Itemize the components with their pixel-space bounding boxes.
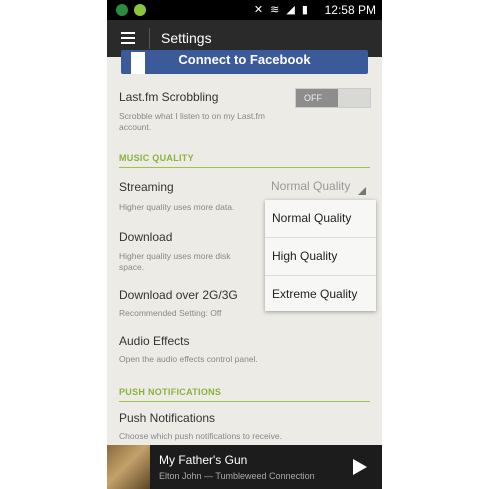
status-bar: ✕ ≋ ◢ ▮ 12:58 PM (107, 0, 382, 20)
phone-screen: ✕ ≋ ◢ ▮ 12:58 PM Settings Connect to Fac… (107, 0, 382, 489)
download-subtitle: Higher quality uses more disk space. (119, 251, 231, 272)
track-artist: Elton John — Tumbleweed Connection (159, 471, 315, 481)
dropdown-arrow-icon (358, 187, 366, 195)
scrobbling-toggle[interactable]: OFF (295, 88, 371, 108)
section-music-quality: MUSIC QUALITY (119, 153, 370, 168)
audio-effects-title[interactable]: Audio Effects (119, 334, 190, 348)
dropdown-option-high[interactable]: High Quality (265, 238, 376, 276)
download-2g3g-title[interactable]: Download over 2G/3G (119, 288, 238, 302)
connect-facebook-button[interactable]: Connect to Facebook (121, 50, 368, 74)
toggle-off-label: OFF (296, 89, 338, 107)
audio-effects-subtitle: Open the audio effects control panel. (119, 354, 258, 364)
streaming-title[interactable]: Streaming (119, 180, 174, 194)
quality-dropdown-menu: Normal Quality High Quality Extreme Qual… (265, 200, 376, 311)
play-icon[interactable] (353, 459, 367, 475)
dropdown-option-extreme[interactable]: Extreme Quality (265, 276, 376, 313)
menu-icon[interactable] (121, 32, 135, 44)
streaming-select[interactable]: Normal Quality (271, 179, 350, 193)
scrobbling-title[interactable]: Last.fm Scrobbling (119, 90, 218, 104)
push-notifications-subtitle: Choose which push notifications to recei… (119, 431, 283, 441)
notification-app-icon (116, 4, 128, 16)
now-playing-bar[interactable]: My Father's Gun Elton John — Tumbleweed … (107, 445, 382, 489)
section-push-notifications: PUSH NOTIFICATIONS (119, 387, 370, 402)
status-icons: ✕ ≋ ◢ ▮ (253, 4, 310, 16)
track-title: My Father's Gun (159, 453, 248, 467)
status-time: 12:58 PM (324, 3, 376, 17)
facebook-button-label: Connect to Facebook (178, 52, 311, 67)
download-title[interactable]: Download (119, 230, 172, 244)
appbar-divider (149, 28, 150, 49)
dropdown-option-normal[interactable]: Normal Quality (265, 200, 376, 238)
push-notifications-title[interactable]: Push Notifications (119, 411, 215, 425)
notification-spotify-icon (134, 4, 146, 16)
scrobbling-subtitle: Scrobble what I listen to on my Last.fm … (119, 111, 265, 132)
page-title: Settings (161, 30, 212, 46)
album-art[interactable] (107, 445, 150, 489)
